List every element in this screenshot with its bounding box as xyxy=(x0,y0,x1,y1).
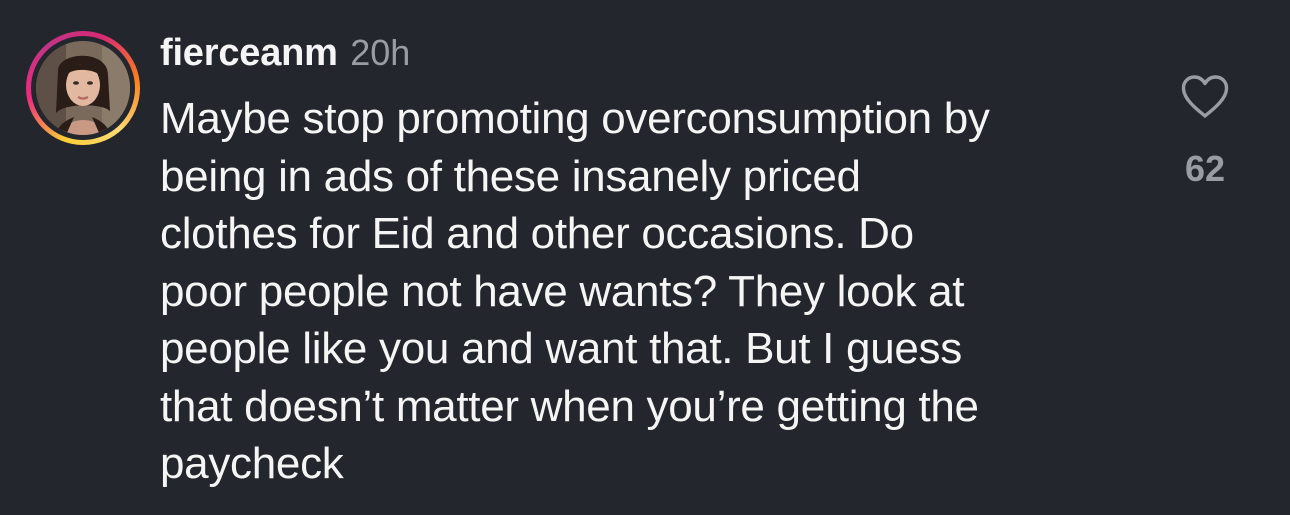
like-count: 62 xyxy=(1184,148,1226,189)
comment-timestamp: 20h xyxy=(350,32,411,73)
comment-text-line: people like you and want that. But I gue… xyxy=(160,324,962,373)
like-button[interactable] xyxy=(1180,74,1230,120)
username-link[interactable]: fierceanm xyxy=(160,32,338,74)
comment-text-line: that doesn’t matter when you’re getting … xyxy=(160,381,979,431)
comment-text: Maybe stop promoting overconsumption by … xyxy=(160,90,1120,493)
comment-text-line: paycheck xyxy=(160,439,344,488)
comment-header: fierceanm 20h xyxy=(160,28,410,78)
avatar-portrait-icon xyxy=(36,41,130,135)
avatar[interactable] xyxy=(26,31,140,145)
comment-text-line: poor people not have wants? They look at xyxy=(160,266,965,316)
heart-outline-icon xyxy=(1181,75,1229,118)
comment-text-line: Maybe stop promoting overconsumption by xyxy=(160,94,990,143)
comment-text-line: clothes for Eid and other occasions. Do xyxy=(160,209,914,258)
avatar-image xyxy=(36,41,130,135)
comment-text-line: being in ads of these insanely priced xyxy=(160,151,861,201)
comment-item: fierceanm 20h Maybe stop promoting overc… xyxy=(0,0,1290,515)
